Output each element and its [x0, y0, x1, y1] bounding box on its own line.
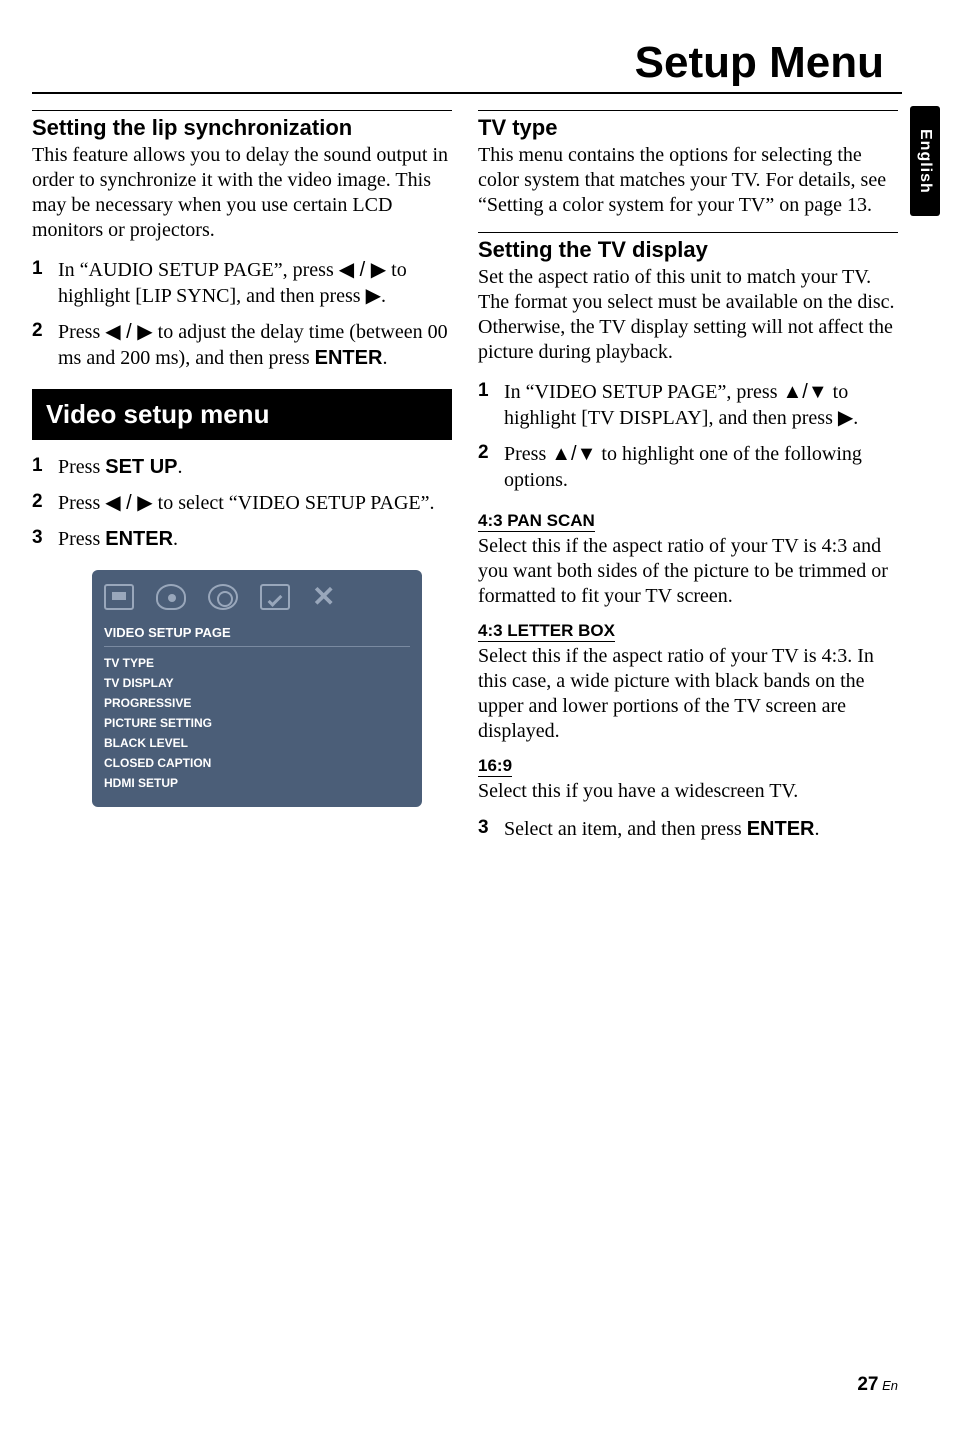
body-tv-type: This menu contains the options for selec…: [478, 143, 898, 218]
step-number: 1: [32, 257, 43, 282]
option-text: Select this if the aspect ratio of your …: [478, 644, 898, 744]
option-block: 4:3 PAN SCAN Select this if the aspect r…: [478, 511, 898, 609]
page-number-value: 27: [857, 1374, 878, 1395]
osd-menu-screenshot: ✕ VIDEO SETUP PAGE TV TYPE TV DISPLAY PR…: [92, 570, 422, 807]
osd-menu-item: PROGRESSIVE: [104, 693, 410, 713]
text: In “VIDEO SETUP PAGE”, press: [504, 381, 783, 403]
arrow-left-right-icon: ◀ / ▶: [105, 321, 152, 343]
list-item: 3 Press ENTER.: [32, 526, 452, 552]
steps-lip-sync: 1 In “AUDIO SETUP PAGE”, press ◀ / ▶ to …: [32, 257, 452, 371]
list-item: 1 In “AUDIO SETUP PAGE”, press ◀ / ▶ to …: [32, 257, 452, 309]
osd-icon-row: ✕: [104, 580, 410, 613]
list-item: 2 Press ◀ / ▶ to adjust the delay time (…: [32, 319, 452, 371]
text: .: [173, 528, 178, 550]
video-tab-icon: [208, 584, 238, 610]
arrow-up-down-icon: ▲/▼: [783, 381, 828, 403]
option-name: 4:3 PAN SCAN: [478, 511, 595, 532]
step-number: 3: [478, 816, 489, 841]
text: .: [381, 285, 386, 307]
osd-menu-list: TV TYPE TV DISPLAY PROGRESSIVE PICTURE S…: [104, 647, 410, 793]
osd-menu-item: HDMI SETUP: [104, 773, 410, 793]
audio-tab-icon: [156, 584, 186, 610]
steps-tv-display: 1 In “VIDEO SETUP PAGE”, press ▲/▼ to hi…: [478, 379, 898, 493]
page-title: Setup Menu: [635, 38, 884, 88]
right-column: TV type This menu contains the options f…: [478, 110, 898, 860]
arrow-left-right-icon: ◀ / ▶: [105, 492, 152, 514]
step-number: 1: [32, 454, 43, 479]
key-label: ENTER: [105, 528, 173, 550]
page-number: 27 En: [857, 1374, 898, 1396]
osd-page-title: VIDEO SETUP PAGE: [104, 621, 410, 647]
list-item: 3 Select an item, and then press ENTER.: [478, 816, 898, 842]
page-number-suffix: En: [878, 1378, 898, 1393]
step-number: 2: [32, 319, 43, 344]
heading-lip-sync: Setting the lip synchronization: [32, 110, 452, 141]
text: Press: [504, 443, 551, 465]
text: .: [382, 347, 387, 369]
option-text: Select this if you have a widescreen TV.: [478, 779, 898, 804]
text: .: [177, 456, 182, 478]
arrow-right-icon: ▶: [366, 285, 381, 307]
list-item: 2 Press ▲/▼ to highlight one of the foll…: [478, 441, 898, 493]
steps-video-setup: 1 Press SET UP. 2 Press ◀ / ▶ to select …: [32, 454, 452, 552]
step-number: 2: [478, 441, 489, 466]
option-name: 4:3 LETTER BOX: [478, 621, 615, 642]
key-label: ENTER: [747, 818, 815, 840]
heading-tv-type: TV type: [478, 110, 898, 141]
key-label: SET UP: [105, 456, 177, 478]
text: Press: [58, 492, 105, 514]
arrow-up-down-icon: ▲/▼: [551, 443, 596, 465]
option-text: Select this if the aspect ratio of your …: [478, 534, 898, 609]
list-item: 1 Press SET UP.: [32, 454, 452, 480]
title-rule: [32, 92, 902, 94]
heading-tv-display: Setting the TV display: [478, 232, 898, 263]
list-item: 1 In “VIDEO SETUP PAGE”, press ▲/▼ to hi…: [478, 379, 898, 431]
arrow-left-right-icon: ◀ / ▶: [339, 259, 386, 281]
text: to select “VIDEO SETUP PAGE”.: [153, 492, 435, 514]
step-number: 3: [32, 526, 43, 551]
language-tab: English: [910, 106, 940, 216]
osd-menu-item: PICTURE SETTING: [104, 713, 410, 733]
arrow-right-icon: ▶: [838, 407, 853, 429]
osd-menu-item: BLACK LEVEL: [104, 733, 410, 753]
preference-tab-icon: [260, 584, 290, 610]
osd-menu-item: CLOSED CAPTION: [104, 753, 410, 773]
step-number: 1: [478, 379, 489, 404]
block-header-video-setup: Video setup menu: [32, 389, 452, 440]
body-tv-display: Set the aspect ratio of this unit to mat…: [478, 265, 898, 365]
text: Press: [58, 528, 105, 550]
body-lip-sync: This feature allows you to delay the sou…: [32, 143, 452, 243]
list-item: 2 Press ◀ / ▶ to select “VIDEO SETUP PAG…: [32, 490, 452, 516]
osd-menu-item: TV TYPE: [104, 653, 410, 673]
step-number: 2: [32, 490, 43, 515]
text: Press: [58, 321, 105, 343]
text: Press: [58, 456, 105, 478]
option-name: 16:9: [478, 756, 512, 777]
option-block: 4:3 LETTER BOX Select this if the aspect…: [478, 621, 898, 744]
text: In “AUDIO SETUP PAGE”, press: [58, 259, 339, 281]
option-block: 16:9 Select this if you have a widescree…: [478, 756, 898, 804]
text: .: [853, 407, 858, 429]
general-tab-icon: [104, 584, 134, 610]
text: .: [815, 818, 820, 840]
steps-tv-display-cont: 3 Select an item, and then press ENTER.: [478, 816, 898, 842]
left-column: Setting the lip synchronization This fea…: [32, 110, 452, 807]
text: Select an item, and then press: [504, 818, 747, 840]
key-label: ENTER: [315, 347, 383, 369]
close-icon: ✕: [312, 580, 335, 613]
osd-menu-item: TV DISPLAY: [104, 673, 410, 693]
